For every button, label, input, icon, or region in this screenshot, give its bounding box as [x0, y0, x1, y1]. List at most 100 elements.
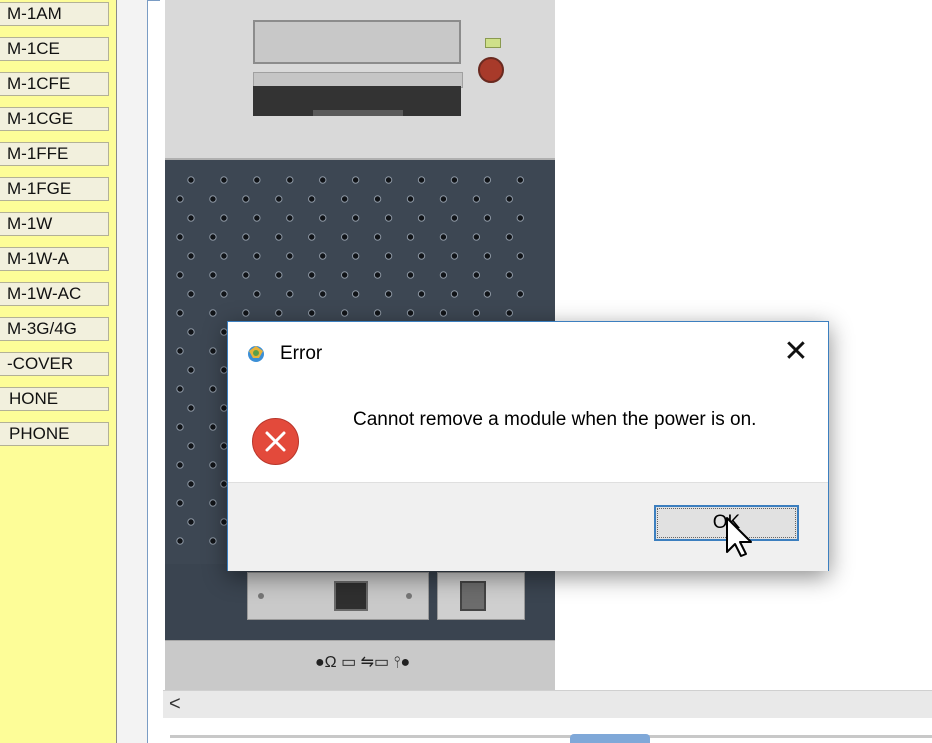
vent-hole [340, 233, 349, 241]
serial-module-card[interactable] [437, 572, 525, 620]
vent-hole [384, 176, 393, 184]
module-button[interactable]: M-1FGE [0, 177, 109, 201]
vent-hole [384, 214, 393, 222]
vent-hole [384, 252, 393, 260]
window: ●Ω ▭ ⇋▭ ⫯● < M-1AM M-1CE M-1CFE M-1CGE M-1FF… [0, 0, 932, 743]
vent-hole [209, 271, 217, 279]
vent-hole [275, 233, 283, 241]
vent-hole [176, 499, 184, 507]
module-button[interactable]: M-3G/4G [0, 317, 109, 341]
vent-hole [319, 176, 327, 184]
module-button[interactable]: M-1W-AC [0, 282, 109, 306]
vent-hole [406, 271, 415, 279]
vent-hole [505, 233, 513, 241]
vent-hole [516, 290, 524, 298]
vent-hole [340, 271, 349, 279]
vent-hole [450, 176, 459, 184]
lower-tab[interactable] [570, 734, 650, 743]
cursor-icon [726, 517, 752, 557]
scroll-left-icon[interactable]: < [169, 694, 181, 714]
dialog-body: Cannot remove a module when the power is… [228, 384, 828, 482]
vent-hole [187, 176, 195, 184]
module-button[interactable]: M-1W-A [0, 247, 109, 271]
ethernet-module-card[interactable] [247, 572, 429, 620]
vent-hole [406, 195, 415, 203]
vent-hole [373, 233, 382, 241]
vent-hole [187, 252, 195, 260]
power-button-icon[interactable] [478, 57, 504, 83]
vent-hole [340, 195, 349, 203]
vent-hole [417, 176, 426, 184]
vent-hole [417, 214, 426, 222]
close-icon[interactable]: ✕ [776, 334, 816, 374]
lower-divider [170, 735, 932, 738]
module-button[interactable]: M-1CFE [0, 72, 109, 96]
vent-hole [253, 214, 261, 222]
ethernet-port-icon [334, 581, 368, 611]
drive-bay [253, 20, 463, 118]
module-button[interactable]: M-1W [0, 212, 109, 236]
serial-port-icon [460, 581, 486, 611]
screw-icon [258, 593, 264, 599]
vent-hole [275, 271, 283, 279]
module-button[interactable]: HONE [0, 387, 109, 411]
module-button[interactable]: M-1CE [0, 37, 109, 61]
vent-hole [516, 252, 524, 260]
vent-hole [220, 176, 228, 184]
vent-hole [450, 290, 459, 298]
vent-hole [253, 176, 261, 184]
vent-hole [450, 214, 459, 222]
drive-slot-upper [253, 20, 461, 64]
vent-hole [209, 385, 217, 393]
dialog-titlebar[interactable]: Error ✕ [228, 322, 828, 384]
vent-hole [176, 233, 184, 241]
vent-hole [319, 252, 327, 260]
power-led [485, 38, 501, 48]
vent-hole [472, 233, 481, 241]
vent-hole [450, 252, 459, 260]
vent-hole [242, 233, 250, 241]
chassis-top-bezel [165, 0, 555, 160]
io-ports-glyphs: ●Ω ▭ ⇋▭ ⫯● [315, 654, 411, 671]
vent-hole [187, 442, 195, 450]
vent-hole [242, 309, 250, 317]
vent-hole [286, 290, 294, 298]
vent-hole [417, 252, 426, 260]
module-button[interactable]: M-1AM [0, 2, 109, 26]
horizontal-scrollbar[interactable]: < [163, 690, 932, 719]
vent-hole [308, 309, 316, 317]
module-button[interactable]: PHONE [0, 422, 109, 446]
vent-hole [505, 195, 513, 203]
vent-hole [439, 309, 448, 317]
vent-hole [319, 214, 327, 222]
vent-hole [319, 290, 327, 298]
error-icon [252, 418, 299, 465]
screw-icon [406, 593, 412, 599]
vent-hole [209, 195, 217, 203]
vent-hole [340, 309, 349, 317]
vent-hole [286, 176, 294, 184]
vent-hole [483, 290, 492, 298]
dialog-title: Error [280, 343, 323, 364]
vent-hole [187, 404, 195, 412]
vent-hole [483, 252, 492, 260]
panel-gap [117, 0, 147, 743]
vent-hole [472, 309, 481, 317]
vent-hole [406, 309, 415, 317]
vent-hole [417, 290, 426, 298]
vent-hole [176, 537, 184, 545]
vent-hole [505, 271, 513, 279]
vent-hole [275, 309, 283, 317]
vent-hole [384, 290, 393, 298]
module-button[interactable]: M-1FFE [0, 142, 109, 166]
vent-hole [187, 480, 195, 488]
vent-hole [406, 233, 415, 241]
module-button[interactable]: -COVER [0, 352, 109, 376]
vent-hole [220, 214, 228, 222]
vent-hole [220, 290, 228, 298]
module-button[interactable]: M-1CGE [0, 107, 109, 131]
vent-hole [439, 233, 448, 241]
vent-hole [275, 195, 283, 203]
vent-hole [483, 176, 492, 184]
vent-hole [187, 366, 195, 374]
